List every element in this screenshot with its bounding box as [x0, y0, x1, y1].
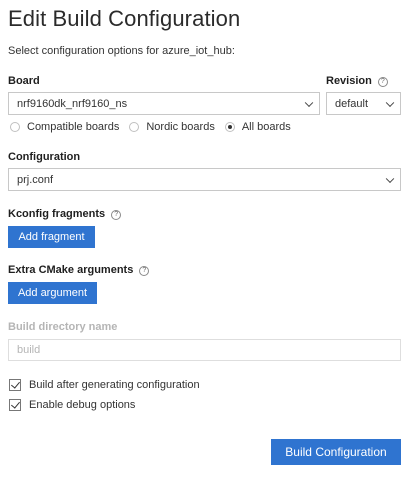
radio-button-selected-icon [224, 122, 235, 132]
revision-select[interactable]: default [326, 92, 401, 115]
board-label: Board [8, 75, 40, 87]
radio-label: Nordic boards [146, 121, 215, 133]
help-icon[interactable]: ? [377, 77, 388, 87]
build-after-checkbox-row[interactable]: Build after generating configuration [9, 379, 200, 391]
add-fragment-button[interactable]: Add fragment [8, 226, 95, 248]
radio-nordic-boards[interactable]: Nordic boards [129, 121, 215, 133]
radio-button-icon [129, 122, 140, 132]
board-select[interactable]: nrf9160dk_nrf9160_ns [8, 92, 320, 115]
build-directory-label: Build directory name [8, 321, 118, 333]
kconfig-label: Kconfig fragments? [8, 208, 122, 220]
kconfig-label-text: Kconfig fragments [8, 208, 106, 220]
build-directory-input[interactable]: build [8, 339, 401, 361]
checkbox-checked-icon[interactable] [9, 379, 21, 391]
checkbox-checked-icon[interactable] [9, 399, 21, 411]
configuration-select-value: prj.conf [17, 173, 54, 186]
chevron-down-icon [385, 174, 395, 183]
revision-label: Revision? [326, 75, 388, 87]
radio-label: Compatible boards [27, 121, 120, 133]
radio-button-icon [10, 122, 20, 132]
radio-compatible-boards[interactable]: Compatible boards [10, 121, 119, 133]
debug-options-checkbox-row[interactable]: Enable debug options [9, 399, 135, 411]
page-subtitle: Select configuration options for azure_i… [8, 45, 235, 57]
build-directory-placeholder: build [17, 344, 41, 356]
add-argument-button[interactable]: Add argument [8, 282, 97, 304]
page-title: Edit Build Configuration [8, 6, 241, 31]
build-configuration-button[interactable]: Build Configuration [271, 439, 401, 465]
cmake-label-text: Extra CMake arguments [8, 264, 134, 276]
build-after-label: Build after generating configuration [29, 379, 200, 391]
debug-options-label: Enable debug options [29, 399, 136, 411]
revision-select-value: default [335, 97, 369, 110]
board-select-value: nrf9160dk_nrf9160_ns [17, 97, 128, 110]
radio-all-boards[interactable]: All boards [224, 121, 291, 133]
configuration-label: Configuration [8, 151, 81, 163]
revision-label-text: Revision [326, 75, 372, 87]
radio-label: All boards [241, 121, 291, 133]
cmake-label: Extra CMake arguments? [8, 264, 150, 276]
help-icon[interactable]: ? [111, 210, 122, 220]
configuration-select[interactable]: prj.conf [8, 168, 401, 191]
board-filter-group: Compatible boards Nordic boards All boar… [10, 121, 301, 133]
chevron-down-icon [385, 98, 395, 107]
chevron-down-icon [304, 98, 314, 107]
help-icon[interactable]: ? [139, 266, 150, 276]
